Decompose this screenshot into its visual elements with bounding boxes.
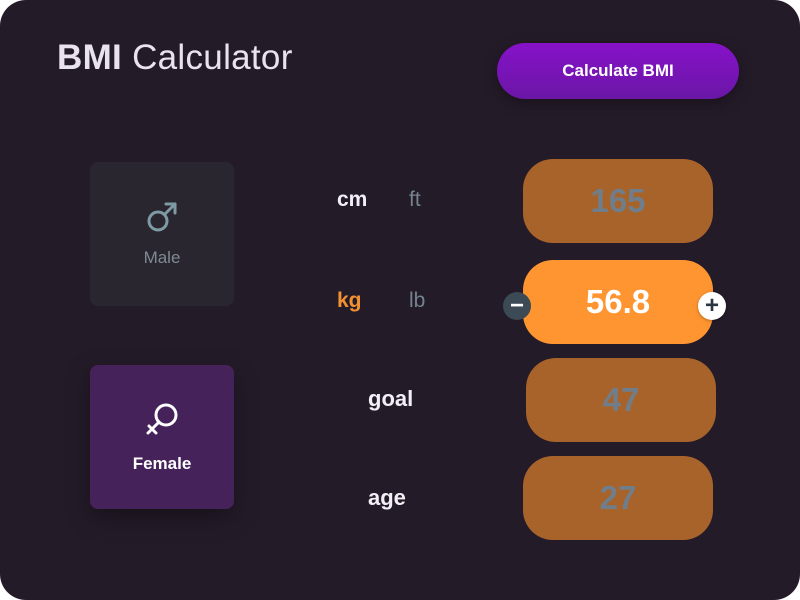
- weight-increment-button[interactable]: +: [698, 292, 726, 320]
- weight-unit-kg[interactable]: kg: [337, 288, 362, 314]
- page-title-bold: BMI: [57, 38, 123, 77]
- weight-unit-lb[interactable]: lb: [409, 288, 425, 314]
- bmi-calculator-window: BMI Calculator Calculate BMI Male Female…: [0, 0, 800, 600]
- age-value-field[interactable]: 27: [523, 456, 713, 540]
- plus-icon: +: [704, 292, 719, 319]
- calculate-bmi-button[interactable]: Calculate BMI: [497, 43, 739, 99]
- page-title: BMI Calculator: [57, 36, 293, 80]
- height-value-field[interactable]: 165: [523, 159, 713, 243]
- weight-decrement-button[interactable]: −: [503, 292, 531, 320]
- goal-label: goal: [368, 386, 414, 411]
- gender-female-card[interactable]: Female: [90, 365, 234, 509]
- age-label: age: [368, 485, 406, 510]
- minus-icon: −: [509, 292, 524, 319]
- weight-value-field[interactable]: 56.8: [523, 260, 713, 344]
- height-unit-ft[interactable]: ft: [409, 187, 421, 213]
- gender-male-label: Male: [143, 248, 181, 267]
- page-title-rest: Calculator: [122, 38, 293, 77]
- gender-male-card[interactable]: Male: [90, 162, 234, 306]
- female-symbol-icon: [146, 403, 178, 435]
- height-unit-cm[interactable]: cm: [337, 187, 367, 213]
- goal-value-field[interactable]: 47: [526, 358, 716, 442]
- gender-female-label: Female: [132, 454, 192, 473]
- male-symbol-icon: [147, 202, 177, 232]
